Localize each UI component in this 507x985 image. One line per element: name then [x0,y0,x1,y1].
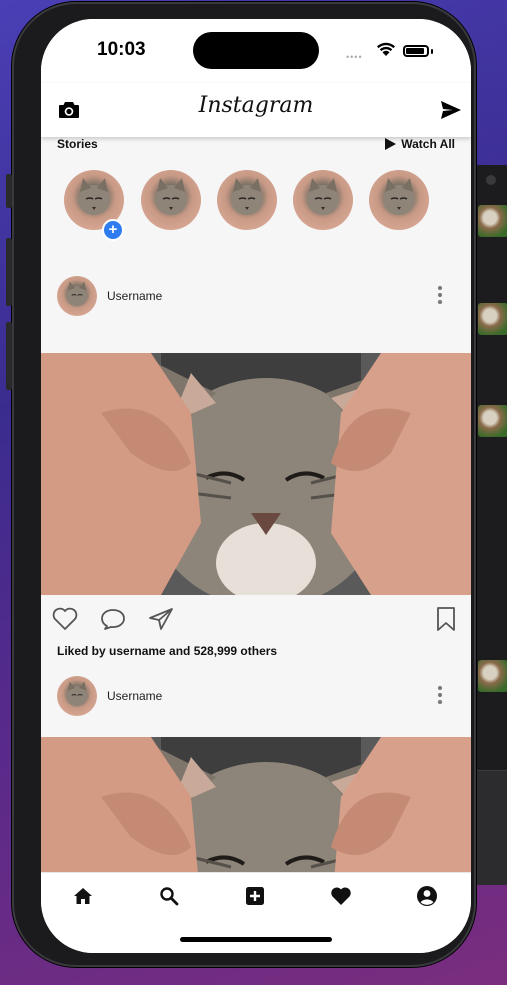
feed[interactable]: Stories Watch All + Username Liked by us… [41,137,471,872]
story-5[interactable] [369,170,429,230]
thumbnail-image [478,303,507,335]
post-image [41,353,471,595]
story-avatar-image [369,170,429,230]
heart-icon[interactable] [328,883,354,909]
watch-all-label: Watch All [401,137,455,151]
avatar-image [57,676,97,716]
avatar[interactable] [57,676,97,716]
cat-photo [41,353,471,595]
like-icon[interactable] [51,606,79,632]
app-logo: Instagram [198,93,314,118]
search-icon[interactable] [156,883,182,909]
app-header: Instagram [41,83,471,137]
avatar-image [57,276,97,316]
more-options-icon[interactable] [437,286,443,306]
signal-dots: •••• [346,52,363,62]
likes-count: Liked by username and 528,999 others [57,644,278,658]
volume-up-button [6,238,12,306]
comment-icon[interactable] [99,606,127,632]
stories-header: Stories Watch All [57,137,455,151]
cat-photo [41,737,471,872]
wifi-icon [377,42,395,56]
status-time: 10:03 [97,39,146,60]
post-username[interactable]: Username [107,689,162,703]
thumbnail-image [478,660,507,692]
thumbnail-image [478,405,507,437]
post-header: Username [41,664,471,730]
story-avatar-image [141,170,201,230]
story-avatar-image [293,170,353,230]
add-story-button[interactable]: + [102,219,124,241]
volume-down-button [6,322,12,390]
phone-frame: 10:03 •••• Instagram Stories Watch All +… [6,2,476,967]
battery-cap [431,49,433,54]
window-dot [486,175,496,185]
post-image [41,737,471,872]
bookmark-icon[interactable] [433,605,459,633]
avatar[interactable] [57,276,97,316]
thumbnail-image [478,205,507,237]
more-options-icon[interactable] [437,686,443,706]
post-header: Username [41,264,471,330]
app-screen: 10:03 •••• Instagram Stories Watch All +… [41,19,471,953]
play-icon [385,138,397,150]
share-icon[interactable] [147,606,175,632]
stories-title: Stories [57,137,98,151]
profile-icon[interactable] [414,883,440,909]
watch-all-button[interactable]: Watch All [385,137,455,151]
story-2[interactable] [141,170,201,230]
home-indicator[interactable] [180,937,332,942]
status-bar: 10:03 •••• [41,19,471,83]
story-avatar-image [217,170,277,230]
battery-icon [403,45,429,57]
action-button [6,174,12,208]
dynamic-island [193,32,319,69]
send-icon[interactable] [438,97,464,123]
post-actions [41,595,471,645]
add-post-icon[interactable] [242,883,268,909]
home-icon[interactable] [70,883,96,909]
post-username[interactable]: Username [107,289,162,303]
story-4[interactable] [293,170,353,230]
story-3[interactable] [217,170,277,230]
